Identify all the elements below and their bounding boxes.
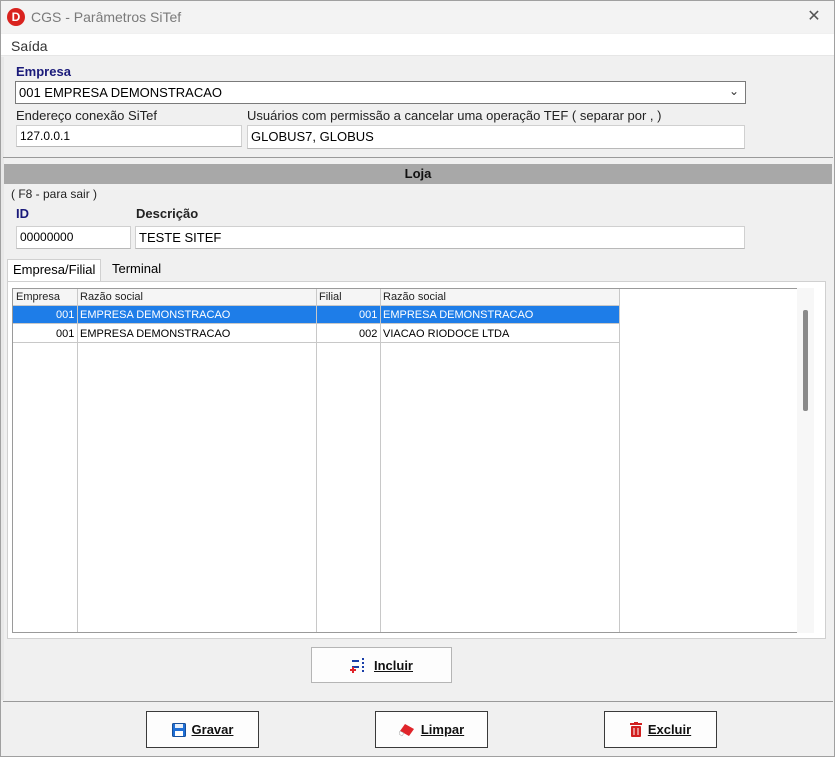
close-icon[interactable]: ✕ [802, 5, 826, 29]
cell-razao-empresa: EMPRESA DEMONSTRACAO [80, 328, 231, 340]
cell-razao-filial: VIACAO RIODOCE LTDA [383, 328, 510, 340]
trash-icon [629, 722, 642, 737]
save-icon [171, 722, 186, 737]
menu-bar: Saída [1, 34, 834, 56]
usuarios-label: Usuários com permissão a cancelar uma op… [247, 108, 662, 123]
column-divider [316, 289, 317, 632]
cell-razao-empresa: EMPRESA DEMONSTRACAO [80, 309, 231, 321]
descricao-label: Descrição [136, 206, 199, 221]
empresa-filial-grid[interactable]: Empresa Razão social Filial Razão social… [12, 288, 798, 633]
chevron-down-icon[interactable]: ⌄ [729, 84, 739, 98]
app-logo-icon: D [7, 8, 25, 26]
loja-hint: ( F8 - para sair ) [11, 187, 98, 201]
excluir-button-label: Excluir [647, 722, 692, 737]
cell-filial: 001 [359, 309, 378, 321]
usuarios-input[interactable]: GLOBUS7, GLOBUS [247, 125, 745, 149]
empresa-select-value: 001 EMPRESA DEMONSTRACAO [19, 85, 222, 100]
footer-divider [3, 701, 833, 702]
main-window: D CGS - Parâmetros SiTef ✕ Saída Empresa… [0, 0, 835, 757]
loja-header: Loja [4, 164, 832, 184]
header-razao-social-filial[interactable]: Razão social [383, 291, 446, 303]
header-filial[interactable]: Filial [319, 291, 342, 303]
tab-terminal[interactable]: Terminal [107, 259, 166, 281]
eraser-icon [398, 723, 414, 736]
limpar-button-label: Limpar [420, 722, 465, 737]
cell-razao-filial: EMPRESA DEMONSTRACAO [383, 309, 534, 321]
title-bar: D CGS - Parâmetros SiTef ✕ [1, 1, 834, 33]
id-input[interactable]: 00000000 [16, 226, 131, 249]
id-label: ID [16, 206, 29, 221]
header-empresa[interactable]: Empresa [16, 291, 60, 303]
window-edge [1, 57, 4, 700]
add-rows-icon [349, 658, 364, 673]
endereco-input[interactable]: 127.0.0.1 [16, 125, 242, 147]
incluir-button-label: Incluir [373, 657, 413, 673]
section-divider [3, 157, 833, 158]
descricao-input[interactable]: TESTE SITEF [135, 226, 745, 249]
incluir-button[interactable]: Incluir [311, 647, 452, 683]
column-divider [619, 289, 620, 632]
column-divider [380, 289, 381, 632]
tab-empresa-filial[interactable]: Empresa/Filial [7, 259, 102, 282]
header-razao-social-empresa[interactable]: Razão social [80, 291, 143, 303]
scrollbar-thumb[interactable] [803, 310, 808, 411]
cell-filial: 002 [359, 328, 378, 340]
window-title: CGS - Parâmetros SiTef [31, 9, 182, 25]
limpar-button[interactable]: Limpar [375, 711, 488, 748]
gravar-button[interactable]: Gravar [146, 711, 259, 748]
empresa-select[interactable]: 001 EMPRESA DEMONSTRACAO ⌄ [15, 81, 746, 104]
cell-empresa: 001 [56, 309, 75, 321]
menu-item-saida[interactable]: Saída [11, 38, 48, 54]
cell-empresa: 001 [56, 328, 75, 340]
empresa-label: Empresa [16, 64, 71, 79]
column-divider [77, 289, 78, 632]
gravar-button-label: Gravar [191, 722, 234, 737]
endereco-label: Endereço conexão SiTef [16, 108, 157, 123]
excluir-button[interactable]: Excluir [604, 711, 717, 748]
grid-scrollbar[interactable] [797, 288, 814, 633]
